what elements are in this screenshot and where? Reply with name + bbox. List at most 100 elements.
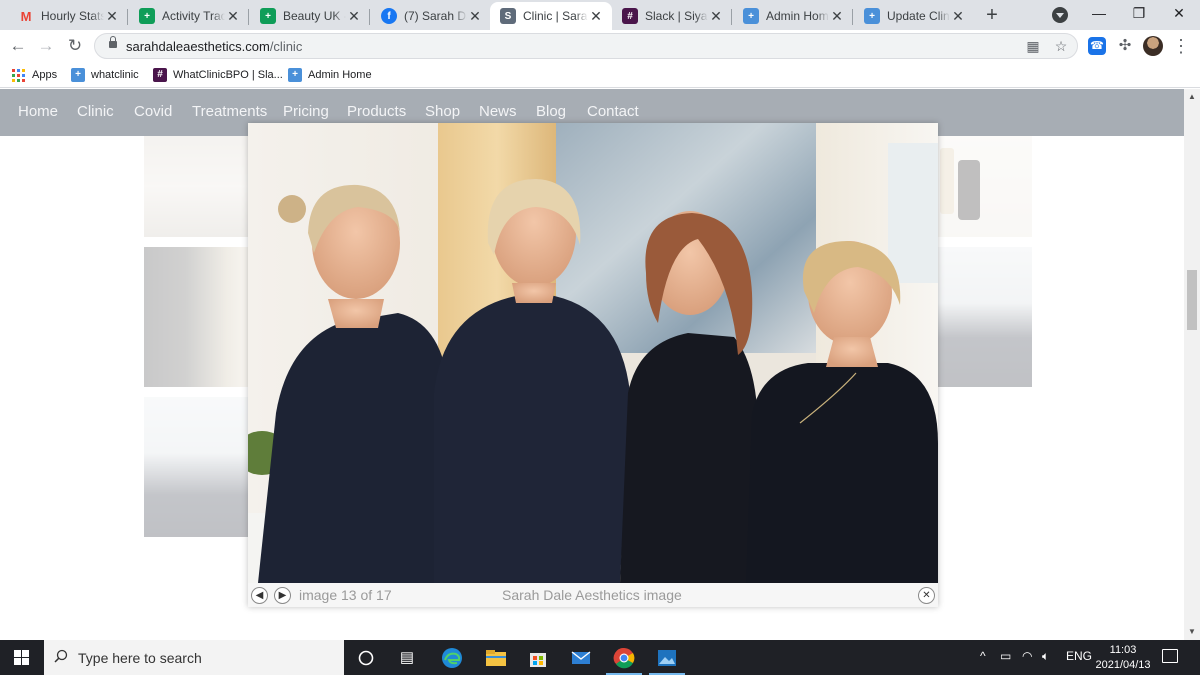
slack-icon: # (153, 68, 167, 82)
nav-news[interactable]: News (479, 103, 517, 120)
scroll-down-arrow-icon[interactable]: ▼ (1184, 624, 1200, 640)
language-indicator[interactable]: ENG (1066, 649, 1092, 663)
plus-icon: + (743, 8, 759, 24)
photos-icon[interactable] (655, 646, 679, 670)
tab-title: Slack | Siya | V (645, 9, 708, 23)
plus-icon: + (71, 68, 85, 82)
windows-taskbar: Type here to search ▤ ^ ▭ ◠ 🔈︎ ENG 11:03… (0, 640, 1200, 675)
reload-button[interactable]: ↻ (63, 34, 87, 58)
store-icon[interactable] (526, 646, 550, 670)
tab-clinic[interactable]: S Clinic | Sarah ✕ (490, 2, 612, 30)
address-bar[interactable]: sarahdaleaesthetics.com/clinic ▦ ☆ (94, 33, 1078, 59)
close-tab-icon[interactable]: ✕ (708, 8, 724, 24)
system-clock[interactable]: 11:03 2021/04/13 (1090, 643, 1156, 673)
nav-pricing[interactable]: Pricing (283, 103, 329, 120)
apps-grid-icon (11, 68, 25, 82)
tab-beauty-uk[interactable]: + Beauty UK - M ✕ (250, 2, 370, 30)
tab-admin-home[interactable]: + Admin Home ✕ (733, 2, 853, 30)
tab-title: Hourly Stats - (41, 9, 104, 23)
close-icon[interactable]: ✕ (918, 587, 935, 604)
scroll-up-arrow-icon[interactable]: ▲ (1184, 89, 1200, 105)
tab-search-icon[interactable] (1052, 7, 1068, 23)
windows-logo-icon (14, 650, 29, 665)
bookmark-whatclinic[interactable]: + whatclinic (71, 66, 139, 84)
edge-icon[interactable] (440, 646, 464, 670)
nav-covid[interactable]: Covid (134, 103, 172, 120)
lightbox: ◀ ▶ image 13 of 17 Sarah Dale Aesthetics… (248, 123, 938, 607)
wifi-icon[interactable]: ◠ (1022, 649, 1032, 663)
volume-icon[interactable]: 🔈︎ (1042, 649, 1049, 664)
nav-contact[interactable]: Contact (587, 103, 639, 120)
taskbar-search[interactable]: Type here to search (44, 640, 344, 675)
image-caption: Sarah Dale Aesthetics image (502, 587, 682, 603)
qr-code-icon[interactable]: ▦ (1025, 38, 1041, 54)
facebook-icon: f (381, 8, 397, 24)
close-tab-icon[interactable]: ✕ (225, 8, 241, 24)
close-tab-icon[interactable]: ✕ (467, 8, 483, 24)
lightbox-photo[interactable] (248, 123, 938, 583)
plus-icon: + (288, 68, 302, 82)
tab-facebook[interactable]: f (7) Sarah Dale ✕ (371, 2, 491, 30)
tab-activity-tracker[interactable]: + Activity Tracke ✕ (129, 2, 249, 30)
back-button[interactable]: ← (6, 34, 30, 58)
tab-hourly-stats[interactable]: M Hourly Stats - ✕ (8, 2, 128, 30)
tab-strip: M Hourly Stats - ✕ + Activity Tracke ✕ +… (0, 0, 1200, 30)
arrow-left-icon[interactable]: ◀ (251, 587, 268, 604)
search-icon (54, 649, 68, 663)
mail-icon[interactable] (569, 646, 593, 670)
url-text[interactable]: sarahdaleaesthetics.com/clinic (126, 39, 302, 54)
tab-update-clinic[interactable]: + Update Clinic ✕ (854, 2, 974, 30)
notifications-icon[interactable] (1162, 649, 1178, 663)
task-view-icon[interactable]: ▤ (395, 646, 419, 670)
gmail-icon: M (20, 8, 32, 24)
bookmark-star-icon[interactable]: ☆ (1053, 38, 1069, 54)
new-tab-button[interactable]: + (981, 4, 1003, 26)
nav-home[interactable]: Home (18, 103, 58, 120)
nav-shop[interactable]: Shop (425, 103, 460, 120)
close-tab-icon[interactable]: ✕ (829, 8, 845, 24)
extensions-puzzle-icon[interactable]: ✣ (1116, 37, 1134, 55)
nav-clinic[interactable]: Clinic (77, 103, 114, 120)
tab-title: Update Clinic (887, 9, 950, 23)
lightbox-footer: ◀ ▶ image 13 of 17 Sarah Dale Aesthetics… (248, 583, 938, 607)
tab-title: Clinic | Sarah (523, 9, 588, 23)
page-viewport: Home Clinic Covid Treatments Pricing Pro… (0, 89, 1200, 640)
file-explorer-icon[interactable] (484, 646, 508, 670)
site-s-icon: S (500, 8, 516, 24)
show-hidden-icons-icon[interactable]: ^ (980, 649, 986, 663)
plus-icon: + (864, 8, 880, 24)
bookmark-admin-home[interactable]: + Admin Home (288, 66, 372, 84)
battery-icon[interactable]: ▭ (1000, 649, 1011, 663)
forward-button[interactable]: → (34, 34, 58, 58)
nav-treatments[interactable]: Treatments (192, 103, 267, 120)
bookmarks-bar: Apps + whatclinic # WhatClinicBPO | Sla.… (0, 62, 1200, 88)
scroll-thumb[interactable] (1187, 270, 1197, 330)
bookmark-whatclinicbpo[interactable]: # WhatClinicBPO | Sla... (153, 66, 283, 84)
profile-avatar[interactable] (1143, 36, 1163, 56)
page-scrollbar[interactable]: ▲ ▼ (1184, 89, 1200, 640)
menu-dots-icon[interactable]: ⋮ (1172, 36, 1190, 56)
bookmark-apps[interactable]: Apps (11, 66, 57, 84)
lock-icon[interactable] (109, 36, 117, 48)
close-tab-icon[interactable]: ✕ (950, 8, 966, 24)
nav-blog[interactable]: Blog (536, 103, 566, 120)
arrow-right-icon[interactable]: ▶ (274, 587, 291, 604)
close-tab-icon[interactable]: ✕ (346, 8, 362, 24)
sheets-icon: + (139, 8, 155, 24)
tab-title: Activity Tracke (162, 9, 225, 23)
start-button[interactable] (0, 640, 44, 675)
cortana-icon[interactable] (354, 646, 378, 670)
nav-products[interactable]: Products (347, 103, 406, 120)
chrome-icon[interactable] (612, 646, 636, 670)
tab-title: Admin Home (766, 9, 829, 23)
close-window-button[interactable]: ✕ (1156, 0, 1200, 30)
close-tab-icon[interactable]: ✕ (104, 8, 120, 24)
phone-extension-icon[interactable]: ☎ (1088, 37, 1106, 55)
tab-title: Beauty UK - M (283, 9, 346, 23)
close-tab-icon[interactable]: ✕ (588, 8, 604, 24)
slack-icon: # (622, 8, 638, 24)
team-photo (248, 123, 938, 583)
browser-toolbar: ← → ↻ sarahdaleaesthetics.com/clinic ▦ ☆… (0, 30, 1200, 62)
tab-title: (7) Sarah Dale (404, 9, 467, 23)
tab-slack[interactable]: # Slack | Siya | V ✕ (612, 2, 732, 30)
